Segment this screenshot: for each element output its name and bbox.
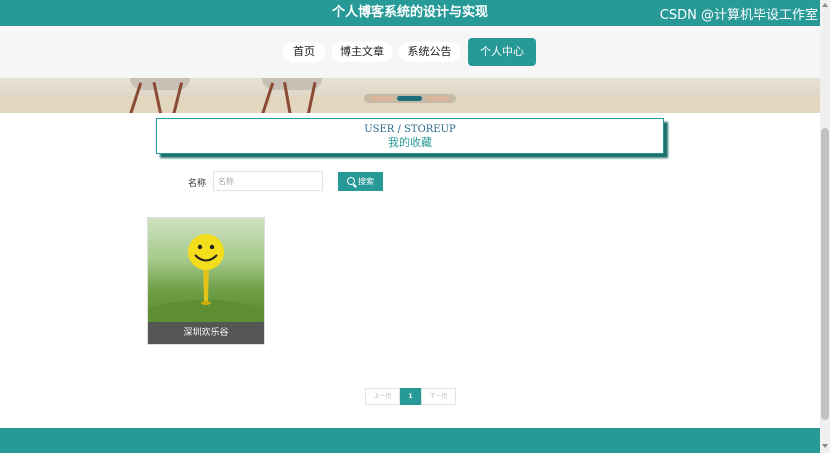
pagination-next[interactable]: 下一页 — [421, 388, 456, 405]
page-scrollbar[interactable] — [820, 0, 830, 453]
scroll-down-arrow-icon[interactable] — [822, 444, 828, 448]
pagination-prev[interactable]: 上一页 — [365, 388, 400, 405]
banner-carousel — [0, 78, 820, 113]
nav-personal-center[interactable]: 个人中心 — [468, 38, 536, 66]
carousel-dot-1[interactable] — [370, 96, 394, 101]
card-caption[interactable]: 深圳欢乐谷 — [148, 322, 264, 344]
smiley-golf-ball-icon — [148, 234, 264, 322]
search-icon — [347, 177, 355, 185]
top-nav: 首页 博主文章 系统公告 个人中心 — [0, 26, 820, 79]
favorite-card[interactable]: 深圳欢乐谷 — [147, 217, 265, 345]
banner-chair-right — [252, 78, 332, 113]
carousel-dot-3[interactable] — [425, 96, 450, 101]
banner-chair-left — [120, 78, 200, 113]
carousel-dot-2[interactable] — [397, 96, 422, 101]
search-label: 名称 — [188, 179, 207, 189]
section-title-cn: 我的收藏 — [388, 136, 432, 149]
nav-blogger-articles[interactable]: 博主文章 — [332, 42, 392, 62]
carousel-indicator — [364, 94, 456, 103]
csdn-watermark: CSDN @计算机毕设工作室 — [659, 8, 818, 23]
footer-bar — [0, 428, 820, 453]
search-button-label: 搜索 — [358, 177, 374, 186]
pagination-current[interactable]: 1 — [400, 388, 421, 405]
nav-home[interactable]: 首页 — [283, 42, 325, 62]
scroll-thumb[interactable] — [821, 128, 829, 420]
section-heading: USER / STOREUP 我的收藏 — [156, 118, 664, 154]
section-title-en: USER / STOREUP — [364, 124, 456, 135]
nav-system-notice[interactable]: 系统公告 — [399, 42, 460, 62]
scroll-up-arrow-icon[interactable] — [822, 3, 828, 7]
smiley-golf-ball-image[interactable] — [148, 218, 264, 322]
search-input[interactable] — [213, 171, 323, 191]
search-button[interactable]: 搜索 — [338, 172, 383, 191]
